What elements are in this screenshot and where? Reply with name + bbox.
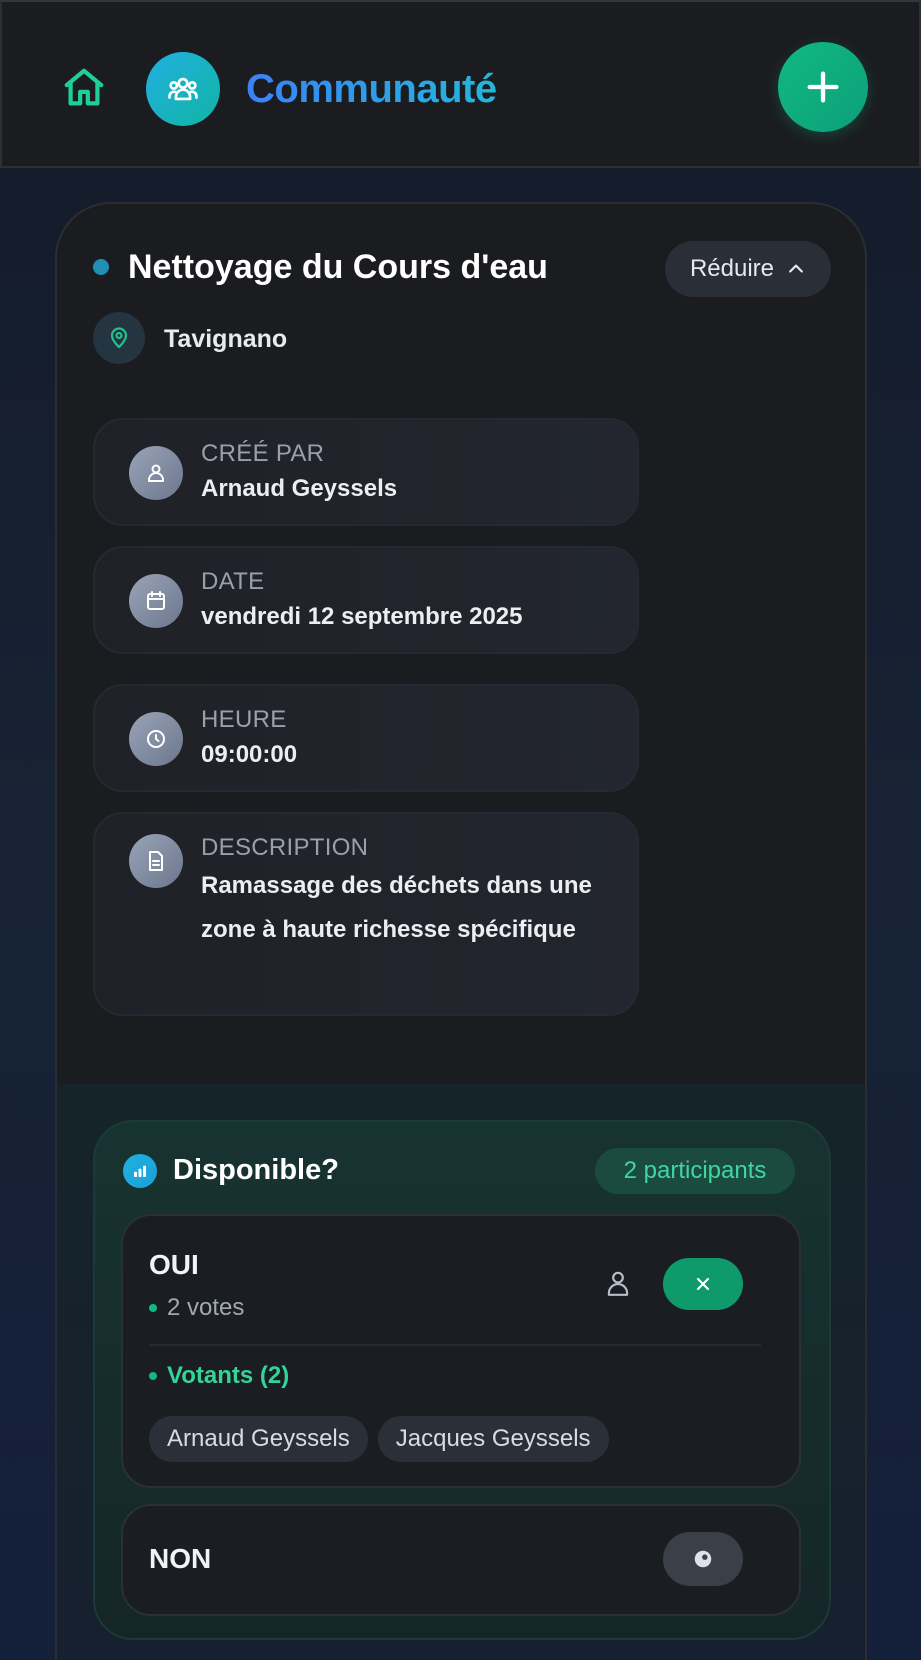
- event-card: Nettoyage du Cours d'eau Réduire Tavigna…: [55, 202, 867, 1660]
- top-header: Communauté: [0, 0, 921, 168]
- option-label: OUI: [149, 1249, 199, 1280]
- voter-chip: Jacques Geyssels: [377, 1416, 609, 1462]
- vote-button[interactable]: [663, 1532, 743, 1586]
- poll-question: Disponible?: [173, 1154, 339, 1186]
- vote-count: 2 votes: [149, 1292, 244, 1324]
- participants-badge: 2 participants: [595, 1148, 795, 1194]
- calendar-icon: [147, 591, 165, 610]
- users-group-icon: [168, 77, 198, 101]
- poll-icon-wrap: [123, 1154, 157, 1188]
- status-dot: [93, 259, 109, 275]
- date-info-box: DATE vendredi 12 septembre 2025: [93, 546, 639, 654]
- poll-card: Disponible? 2 participants OUI 2 votes V…: [93, 1120, 831, 1640]
- poll-section: Disponible? 2 participants OUI 2 votes V…: [57, 1084, 865, 1660]
- description-info-box: DESCRIPTION Ramassage des déchets dans u…: [93, 812, 639, 1016]
- plus-icon: [807, 71, 839, 103]
- community-avatar: [146, 52, 220, 126]
- voter-chip: Arnaud Geyssels: [149, 1416, 368, 1462]
- event-location: Tavignano: [164, 325, 288, 353]
- date-value: vendredi 12 septembre 2025: [201, 603, 523, 630]
- event-title: Nettoyage du Cours d'eau: [128, 248, 548, 286]
- collapse-button[interactable]: Réduire: [665, 241, 831, 297]
- time-info-box: HEURE 09:00:00: [93, 684, 639, 792]
- voters-heading: Votants (2): [149, 1359, 289, 1393]
- vote-count-text: 2 votes: [167, 1294, 245, 1321]
- voter-chips: Arnaud Geyssels Jacques Geyssels: [149, 1416, 609, 1462]
- vote-dot: [149, 1304, 157, 1312]
- location-badge: [93, 312, 145, 364]
- creator-value: Arnaud Geyssels: [201, 475, 398, 502]
- voters-dot: [149, 1372, 157, 1380]
- time-value: 09:00:00: [201, 741, 298, 768]
- poll-option-no: NON: [121, 1504, 801, 1616]
- info-icon-wrap: [129, 712, 183, 766]
- user-icon: [607, 1271, 629, 1296]
- description-label: DESCRIPTION: [201, 834, 369, 861]
- date-label: DATE: [201, 568, 265, 595]
- home-button[interactable]: [58, 62, 110, 114]
- collapse-label: Réduire: [689, 255, 775, 282]
- poll-option-yes: OUI 2 votes Votants (2) Arnaud Geyssels …: [121, 1214, 801, 1488]
- info-icon-wrap: [129, 574, 183, 628]
- map-pin-icon: [110, 327, 128, 349]
- close-icon: [696, 1277, 710, 1291]
- bar-chart-icon: [134, 1165, 146, 1177]
- info-icon-wrap: [129, 834, 183, 888]
- voters-toggle[interactable]: [603, 1266, 633, 1300]
- option-label: NON: [149, 1543, 212, 1574]
- voters-heading-text: Votants (2): [167, 1362, 290, 1389]
- event-details-section: Nettoyage du Cours d'eau Réduire Tavigna…: [57, 204, 865, 1084]
- document-icon: [149, 851, 163, 871]
- info-icon-wrap: [129, 446, 183, 500]
- chevron-up-icon: [789, 264, 803, 273]
- option-divider: [149, 1344, 761, 1346]
- radio-icon: [694, 1550, 712, 1568]
- user-icon: [148, 464, 164, 482]
- app-title: Communauté: [246, 60, 497, 118]
- add-event-button[interactable]: [778, 42, 868, 132]
- remove-vote-button[interactable]: [663, 1258, 743, 1310]
- creator-label: CRÉÉ PAR: [201, 440, 325, 467]
- home-icon: [64, 68, 104, 106]
- description-value: Ramassage des déchets dans une zone à ha…: [201, 872, 592, 943]
- time-label: HEURE: [201, 706, 287, 733]
- clock-icon: [147, 730, 165, 748]
- creator-info-box: CRÉÉ PAR Arnaud Geyssels: [93, 418, 639, 526]
